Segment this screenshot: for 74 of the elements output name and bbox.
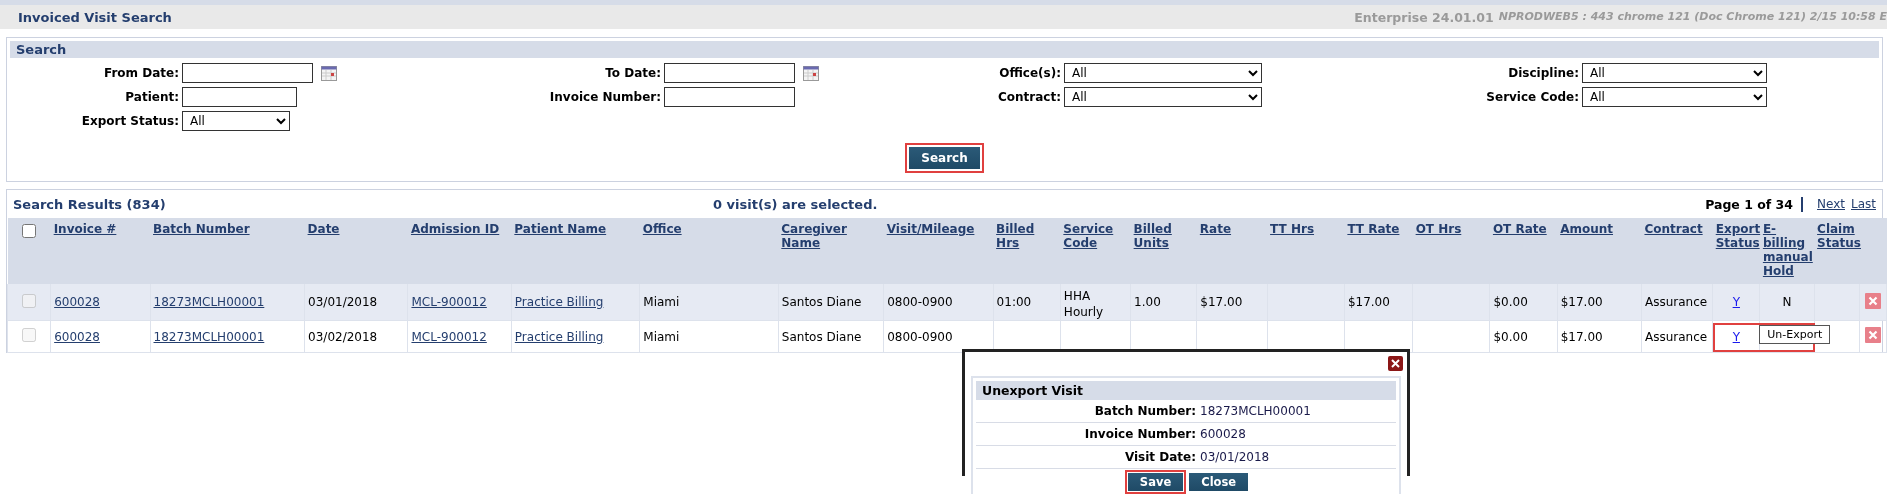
- column-header[interactable]: Contract: [1644, 222, 1710, 236]
- close-icon[interactable]: [1388, 356, 1403, 371]
- date-field[interactable]: [182, 63, 313, 83]
- table-cell: 0800-0900: [887, 295, 953, 309]
- version-label: Enterprise 24.01.01: [1354, 9, 1494, 25]
- column-header[interactable]: OT Hrs: [1415, 222, 1487, 236]
- field-label: Export Status:: [80, 114, 179, 128]
- field-label: Contract:: [997, 90, 1061, 104]
- column-header[interactable]: Invoice #: [53, 222, 147, 236]
- server-info: NPRODWEB5 : 443 chrome 121 (Doc Chrome 121) 2/15 10:58 E: [1498, 9, 1887, 25]
- table-cell: $0.00: [1493, 295, 1528, 309]
- table-cell: Miami: [643, 295, 680, 309]
- last-link[interactable]: Last: [1851, 197, 1876, 211]
- column-header[interactable]: Admission ID: [410, 222, 509, 236]
- table-cell: Santos Diane: [781, 295, 862, 309]
- panel-header: Search: [10, 41, 1879, 58]
- table-cell: HHA Hourly: [1063, 289, 1104, 319]
- table-cell: Assurance: [1644, 329, 1708, 344]
- table-cell: Assurance: [1644, 295, 1708, 309]
- text-field[interactable]: [664, 87, 795, 107]
- tooltip: Un-Export: [1759, 325, 1831, 344]
- dropdown[interactable]: All: [182, 111, 290, 131]
- field-label: Invoice Number:: [548, 90, 661, 104]
- table-cell: 0800-0900: [887, 329, 953, 344]
- column-header[interactable]: Rate: [1199, 222, 1265, 236]
- table-cell: 03/02/2018: [308, 329, 378, 344]
- column-header[interactable]: Date: [307, 222, 405, 236]
- dropdown[interactable]: All: [1582, 63, 1767, 83]
- next-link[interactable]: Next: [1817, 197, 1845, 211]
- field-label: To Date:: [604, 66, 661, 80]
- dropdown[interactable]: All: [1582, 87, 1767, 107]
- dropdown[interactable]: All: [1064, 87, 1262, 107]
- select-all-checkbox[interactable]: [22, 224, 37, 238]
- table-cell: $17.00: [1560, 295, 1603, 309]
- close-button[interactable]: Close: [1189, 473, 1249, 491]
- table-cell: $0.00: [1493, 329, 1528, 344]
- save-button[interactable]: Save: [1127, 473, 1184, 491]
- delete-icon[interactable]: [1864, 327, 1881, 343]
- column-header[interactable]: TT Hrs: [1270, 222, 1342, 236]
- delete-icon[interactable]: [1864, 292, 1881, 309]
- selection-status: 0 visit(s) are selected.: [713, 196, 879, 212]
- column-header[interactable]: OT Rate: [1492, 222, 1555, 236]
- field-value: 03/01/2018: [1200, 450, 1271, 464]
- field-label: Service Code:: [1485, 90, 1579, 104]
- table-cell: Santos Diane: [781, 329, 862, 344]
- dialog-title: Unexport Visit: [976, 381, 1396, 400]
- table-cell: $17.00: [1560, 329, 1603, 344]
- field-label: Discipline:: [1507, 66, 1579, 80]
- field-label: Invoice Number:: [1083, 427, 1196, 441]
- column-header[interactable]: TT Rate: [1347, 222, 1410, 236]
- results-title: Search Results (834): [13, 196, 167, 212]
- date-field[interactable]: [664, 63, 795, 83]
- table-cell: 01:00: [996, 295, 1032, 309]
- field-label: From Date:: [103, 66, 179, 80]
- table-cell: $17.00: [1347, 295, 1390, 309]
- table-cell: 03/01/2018: [308, 295, 378, 309]
- window-title: Invoiced Visit Search: [18, 9, 172, 25]
- field-value: 600028: [1200, 427, 1247, 441]
- field-label: Batch Number:: [1093, 404, 1196, 418]
- table-cell: Miami: [643, 329, 680, 344]
- dropdown[interactable]: All: [1064, 63, 1262, 83]
- table-cell: 1.00: [1134, 295, 1161, 309]
- table-cell: N: [1782, 295, 1792, 309]
- page-indicator: Page 1 of 34: [1705, 196, 1804, 212]
- text-field[interactable]: [182, 87, 297, 107]
- column-header[interactable]: Amount: [1560, 222, 1639, 236]
- calendar-icon[interactable]: [321, 65, 337, 81]
- field-label: Patient:: [124, 90, 179, 104]
- search-button[interactable]: Search: [909, 147, 980, 169]
- table-cell: $17.00: [1200, 295, 1243, 309]
- field-label: Office(s):: [998, 66, 1061, 80]
- field-value: 18273MCLH00001: [1200, 404, 1312, 418]
- field-label: Visit Date:: [1123, 450, 1196, 464]
- calendar-icon[interactable]: [803, 65, 819, 81]
